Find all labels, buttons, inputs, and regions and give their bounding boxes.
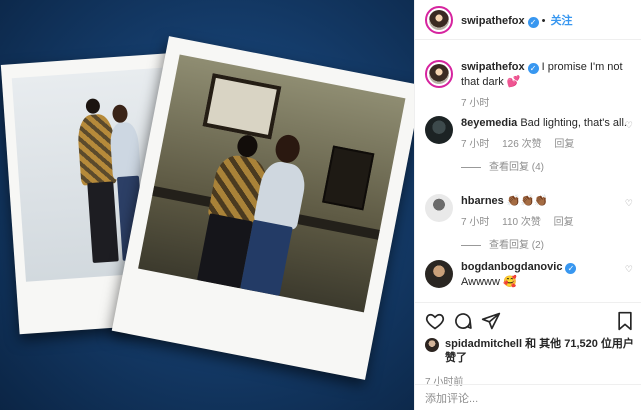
commenter-avatar[interactable] [425,260,453,288]
comment-meta: 7 小时 110 次赞 回复 [461,215,631,230]
follow-button[interactable]: 关注 [551,15,573,27]
comment-likes[interactable]: 110 次赞 [502,217,541,228]
likes-summary: spidadmitchell 和 其他 71,520 位用户赞了 [425,337,635,365]
comment-username[interactable]: 8eyemedia [461,117,517,129]
comment-username[interactable]: bogdanbogdanovic [461,261,562,273]
reply-button[interactable]: 回复 [554,139,574,150]
reply-button[interactable]: 回复 [554,217,574,228]
liker-avatar[interactable] [425,338,439,352]
list-item: hbarnes 👏🏾👏🏾👏🏾 7 小时 110 次赞 回复 查看回复 (2) ♡ [425,194,635,253]
author-username[interactable]: swipathefox [461,15,525,27]
comment-likes[interactable]: 126 次赞 [502,139,541,150]
share-icon[interactable] [481,311,501,331]
commenter-avatar[interactable] [425,116,453,144]
author-avatar[interactable] [425,5,453,34]
liker-username[interactable]: spidadmitchell [445,338,522,350]
polaroid-right-image [138,54,406,313]
comment-input[interactable]: 添加评论... [415,384,641,410]
comment-text: 👏🏾👏🏾👏🏾 [506,195,548,207]
comment-icon[interactable] [453,311,473,331]
author-avatar-small[interactable] [425,60,453,88]
verified-badge-icon: ✓ [565,263,577,274]
post-sidebar: swipathefox ✓ • 关注 swipathefox ✓ I promise… [414,0,641,410]
view-replies-button[interactable]: 查看回复 (2) [461,238,631,253]
bookmark-icon[interactable] [615,311,635,331]
comments-list: swipathefox ✓ I promise I'm not that dark… [415,52,641,302]
caption-meta: 7 小时 [461,96,631,111]
comment-time[interactable]: 7 小时 [461,217,489,228]
comment-text: Awwww 🥰 [461,276,517,288]
comment-like-heart-icon[interactable]: ♡ [625,264,633,275]
comment-text: Bad lighting, that's all. [520,117,627,129]
caption-comment: swipathefox ✓ I promise I'm not that dark… [425,60,635,111]
verified-badge-icon: ✓ [527,63,539,74]
comment-username[interactable]: hbarnes [461,195,504,207]
list-item: 8eyemedia Bad lighting, that's all. 7 小时… [425,116,635,175]
comment-like-heart-icon[interactable]: ♡ [625,120,633,131]
heart-icon[interactable] [425,311,445,331]
caption-time[interactable]: 7 小时 [461,98,489,109]
post-photo[interactable] [0,0,414,410]
commenter-avatar[interactable] [425,194,453,222]
comment-meta: 7 小时 126 次赞 回复 [461,137,631,152]
verified-badge-icon: ✓ [527,16,539,28]
list-item: bogdanbogdanovic ✓ Awwww 🥰 ♡ [425,260,635,290]
comment-time[interactable]: 7 小时 [461,139,489,150]
post-header: swipathefox ✓ • 关注 [415,0,641,40]
view-replies-button[interactable]: 查看回复 (4) [461,160,631,175]
caption-username[interactable]: swipathefox [461,61,525,73]
comment-like-heart-icon[interactable]: ♡ [625,198,633,209]
